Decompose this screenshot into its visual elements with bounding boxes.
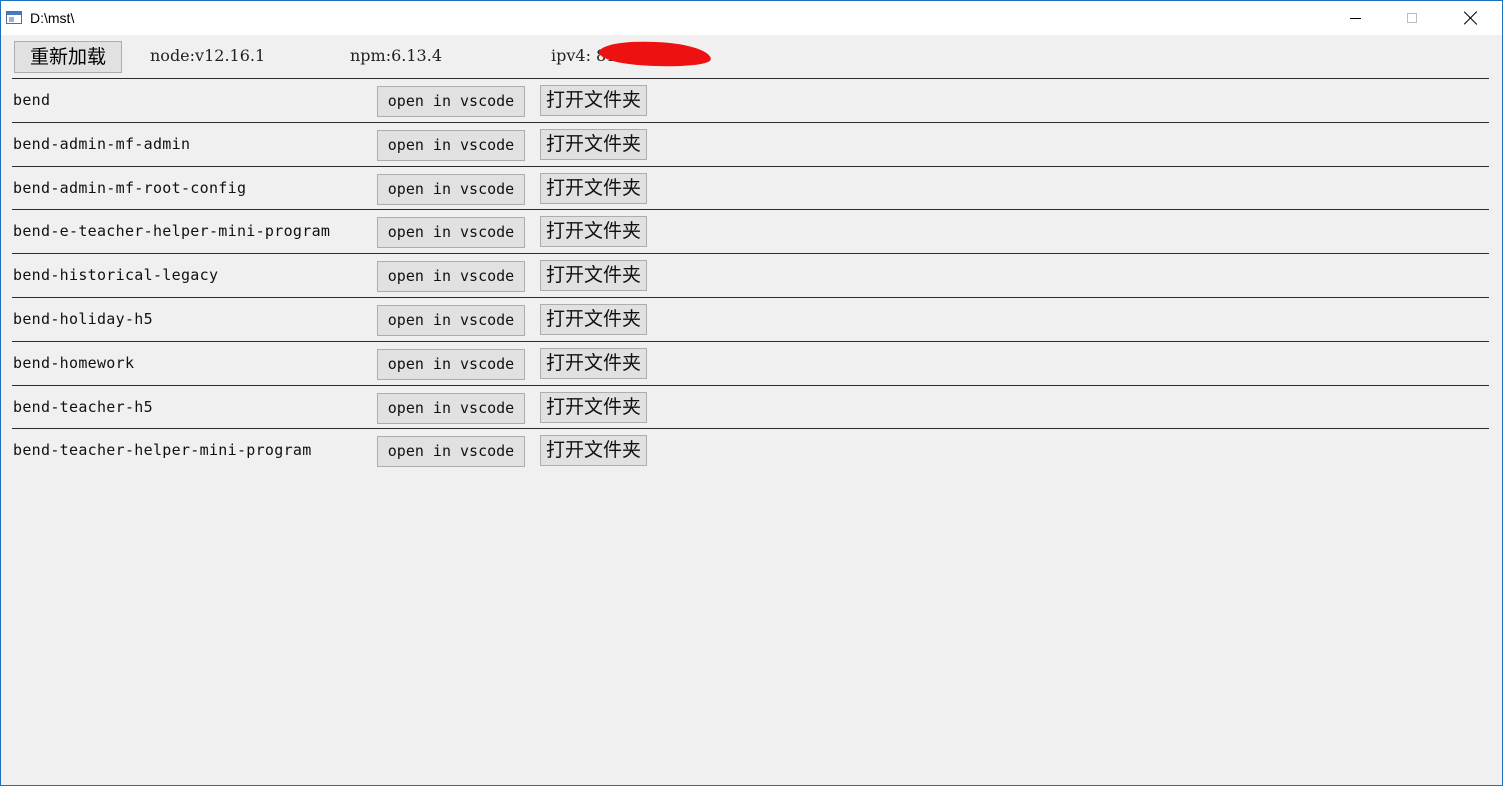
minimize-icon — [1349, 17, 1361, 19]
open-in-vscode-button[interactable]: open in vscode — [377, 217, 525, 249]
list-item: bend-e-teacher-helper-mini-program open … — [12, 209, 1489, 253]
title-bar[interactable]: D:\mst\ — [1, 1, 1502, 35]
list-item: bend-holiday-h5 open in vscode 打开文件夹 — [12, 296, 1489, 341]
open-in-vscode-button[interactable]: open in vscode — [377, 392, 525, 424]
project-name: bend-e-teacher-helper-mini-program — [13, 222, 331, 241]
project-name: bend-admin-mf-root-config — [13, 178, 247, 197]
open-folder-button[interactable]: 打开文件夹 — [540, 172, 647, 204]
open-in-vscode-button[interactable]: open in vscode — [377, 436, 525, 468]
project-list: bend open in vscode 打开文件夹 bend-admin-mf-… — [1, 78, 1502, 472]
project-name: bend-homework — [13, 353, 135, 372]
toolbar: 重新加载 node:v12.16.1 npm:6.13.4 ipv4: 81 — [1, 35, 1502, 77]
project-name: bend-holiday-h5 — [13, 309, 153, 328]
window-title: D:\mst\ — [30, 10, 75, 26]
open-folder-button[interactable]: 打开文件夹 — [540, 260, 647, 292]
window-app-icon — [6, 11, 22, 24]
open-folder-button[interactable]: 打开文件夹 — [540, 303, 647, 335]
reload-button[interactable]: 重新加载 — [14, 41, 122, 73]
open-in-vscode-button[interactable]: open in vscode — [377, 86, 525, 117]
list-item: bend open in vscode 打开文件夹 — [12, 78, 1489, 122]
project-name: bend-teacher-h5 — [13, 397, 153, 416]
list-item: bend-admin-mf-root-config open in vscode… — [12, 165, 1489, 210]
open-folder-button[interactable]: 打开文件夹 — [540, 435, 647, 467]
open-folder-button[interactable]: 打开文件夹 — [540, 85, 647, 116]
open-folder-button[interactable]: 打开文件夹 — [540, 216, 647, 248]
open-in-vscode-button[interactable]: open in vscode — [377, 304, 525, 336]
list-item: bend-teacher-helper-mini-program open in… — [12, 428, 1489, 472]
project-name: bend-admin-mf-admin — [13, 134, 191, 153]
open-in-vscode-button[interactable]: open in vscode — [377, 173, 525, 205]
npm-version: npm:6.13.4 — [350, 46, 442, 65]
close-button[interactable] — [1442, 1, 1500, 35]
project-name: bend — [13, 91, 51, 109]
list-item: bend-admin-mf-admin open in vscode 打开文件夹 — [12, 121, 1489, 166]
app-window: D:\mst\ 重新加载 node:v12.16.1 npm:6.13.4 ip… — [0, 0, 1503, 786]
maximize-button[interactable] — [1383, 1, 1441, 35]
node-version: node:v12.16.1 — [150, 46, 266, 65]
project-name: bend-teacher-helper-mini-program — [13, 441, 312, 460]
open-folder-button[interactable]: 打开文件夹 — [540, 347, 647, 379]
open-in-vscode-button[interactable]: open in vscode — [377, 129, 525, 161]
list-item: bend-teacher-h5 open in vscode 打开文件夹 — [12, 384, 1489, 429]
open-folder-button[interactable]: 打开文件夹 — [540, 391, 647, 423]
open-folder-button[interactable]: 打开文件夹 — [540, 128, 647, 160]
minimize-button[interactable] — [1326, 1, 1384, 35]
maximize-icon — [1407, 13, 1417, 23]
close-icon — [1464, 11, 1478, 25]
open-in-vscode-button[interactable]: open in vscode — [377, 261, 525, 293]
open-in-vscode-button[interactable]: open in vscode — [377, 348, 525, 380]
project-name: bend-historical-legacy — [13, 266, 219, 285]
list-item: bend-historical-legacy open in vscode 打开… — [12, 253, 1489, 297]
list-item: bend-homework open in vscode 打开文件夹 — [12, 340, 1489, 385]
